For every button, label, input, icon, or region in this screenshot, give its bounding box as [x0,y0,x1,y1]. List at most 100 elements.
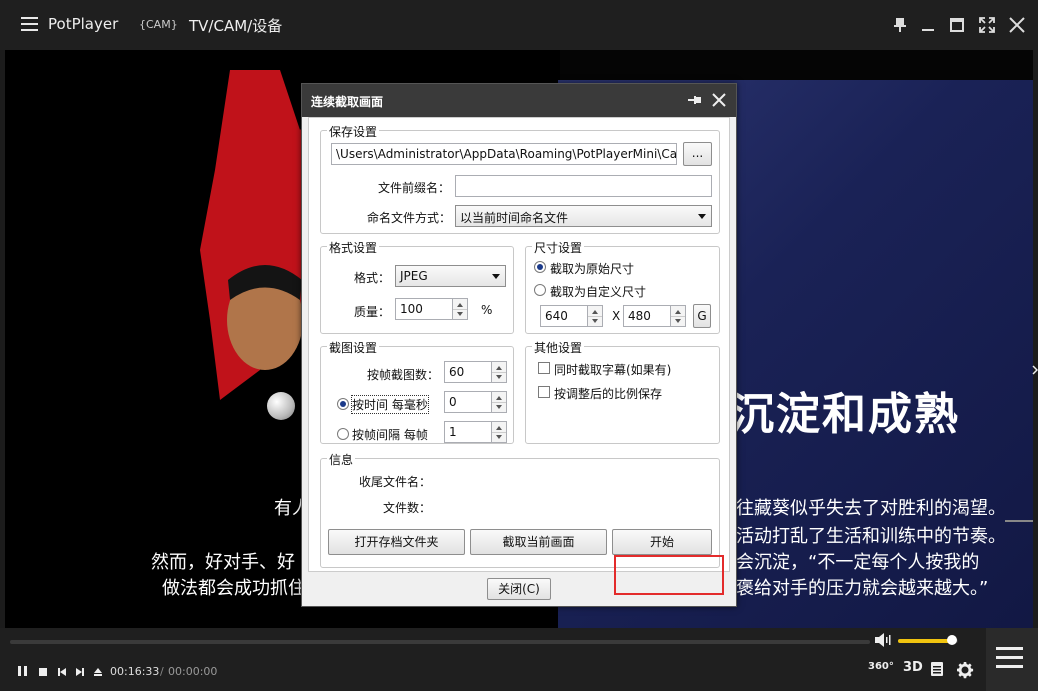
custom-width-field[interactable]: 640 [540,305,588,327]
dialog-body: 保存设置 \Users\Administrator\AppData\Roamin… [308,117,730,595]
open-folder-button[interactable]: 打开存档文件夹 [328,529,465,555]
next-icon[interactable] [75,666,85,680]
pause-icon[interactable] [17,665,29,680]
size-g-button[interactable]: G [693,304,711,328]
save-settings-group: 保存设置 \Users\Administrator\AppData\Roamin… [320,123,720,234]
ratio-save-label: 按调整后的比例保存 [554,387,663,401]
ratio-save-checkbox[interactable] [538,386,550,398]
current-time: 00:16:33 [110,665,160,678]
capture-settings-group: 截图设置 按帧截图数： 60 按时间 每毫秒 0 按帧间隔 每帧 1 [320,339,514,444]
pin-icon[interactable] [890,15,910,35]
save-settings-label: 保存设置 [327,123,380,140]
custom-size-radio[interactable] [534,284,546,296]
subtitle-left-line: 然而，好对手、好 [151,552,295,573]
maximize-icon[interactable] [947,15,967,35]
format-settings-label: 格式设置 [327,239,380,256]
subtitle-right-line: 会沉淀，“不一定每个人按我的 [736,552,980,573]
ping-pong-ball [267,392,295,420]
chevron-down-icon [492,274,500,279]
volume-knob[interactable] [947,635,957,645]
start-button[interactable]: 开始 [612,529,712,555]
volume-icon[interactable] [874,632,892,648]
naming-select[interactable]: 以当前时间命名文件 [455,205,712,227]
height-stepper[interactable] [671,305,686,327]
prefix-label: 文件前缀名： [378,181,451,195]
custom-size-label: 截取为自定义尺寸 [550,285,647,299]
by-frame-radio[interactable] [337,428,349,440]
original-size-radio[interactable] [534,261,546,273]
subtitle-capture-checkbox[interactable] [538,362,550,374]
by-time-field[interactable]: 0 [444,391,492,413]
info-group: 信息 收尾文件名： 文件数： 打开存档文件夹 截取当前画面 开始 [320,451,720,568]
browse-button[interactable]: ... [683,142,712,166]
hamburger-menu-icon[interactable] [21,17,38,31]
by-time-stepper[interactable] [492,391,507,413]
app-name: PotPlayer [48,15,119,33]
info-label: 信息 [327,451,356,468]
sidebar-handle-icon[interactable] [1032,340,1038,400]
subtitle-right-line: 活动打乱了生活和训练中的节奏。 [736,526,1006,547]
width-stepper[interactable] [588,305,603,327]
original-size-label: 截取为原始尺寸 [550,262,635,276]
quality-label: 质量： [354,305,391,319]
size-settings-label: 尺寸设置 [532,239,585,256]
minimize-icon[interactable] [918,15,938,35]
dialog-header: 连续截取画面 [302,84,736,117]
by-frame-label: 按帧间隔 每帧 [352,428,428,442]
dialog-pin-icon[interactable] [687,92,703,108]
subtitle-menu-icon[interactable] [930,661,944,680]
save-path-field[interactable]: \Users\Administrator\AppData\Roaming\Pot… [331,143,677,165]
file-count-label: 文件数： [383,501,432,515]
previous-icon[interactable] [57,666,67,680]
time-separator: / [160,665,164,678]
fullscreen-icon[interactable] [977,15,997,35]
format-select[interactable]: JPEG [395,265,506,287]
dialog-title: 连续截取画面 [311,95,384,109]
format-settings-group: 格式设置 格式： JPEG 质量： 100 % [320,239,514,334]
by-frame-field[interactable]: 1 [444,421,492,443]
stop-icon[interactable] [38,666,48,680]
frame-count-label: 按帧截图数： [367,368,440,382]
size-settings-group: 尺寸设置 截取为原始尺寸 截取为自定义尺寸 640 X 480 G [525,239,720,334]
prefix-field[interactable] [455,175,712,197]
seek-bar[interactable] [10,640,870,644]
by-frame-stepper[interactable] [492,421,507,443]
slide-divider [1005,520,1033,522]
dialog-close-icon[interactable] [710,91,728,109]
close-dialog-button[interactable]: 关闭(C) [487,578,551,600]
capture-current-button[interactable]: 截取当前画面 [470,529,607,555]
cam-tag: {CAM} [139,18,178,31]
other-settings-label: 其他设置 [532,339,585,356]
close-icon[interactable] [1007,15,1027,35]
quality-field[interactable]: 100 [395,298,453,320]
eject-icon[interactable] [93,666,103,680]
custom-height-field[interactable]: 480 [623,305,671,327]
3d-button[interactable]: 3D [903,660,923,675]
subtitle-right-line: 往藏葵似乎失去了对胜利的渴望。 [736,498,1006,519]
other-settings-group: 其他设置 同时截取字幕(如果有) 按调整后的比例保存 [525,339,720,444]
format-label: 格式： [354,271,391,285]
total-time: 00:00:00 [168,665,218,678]
volume-fill [898,639,952,643]
frame-count-stepper[interactable] [492,361,507,383]
by-time-radio[interactable] [337,398,349,410]
quality-unit: % [481,303,493,317]
continuous-capture-dialog: 连续截取画面 保存设置 \Users\Administrator\AppData… [301,83,737,607]
frame-count-field[interactable]: 60 [444,361,492,383]
chevron-down-icon [698,214,706,219]
quality-stepper[interactable] [453,298,468,320]
format-select-value: JPEG [400,269,428,283]
playlist-menu-icon[interactable] [986,628,1038,691]
title-bar: PotPlayer {CAM} TV/CAM/设备 [0,0,1038,50]
settings-gear-icon[interactable] [956,661,974,682]
subtitle-capture-label: 同时截取字幕(如果有) [554,363,672,377]
size-x-label: X [612,309,621,323]
subtitle-right-line: 褒给对手的压力就会越来越大。” [736,578,989,599]
source-name: TV/CAM/设备 [189,17,283,35]
capture-settings-label: 截图设置 [327,339,380,356]
subtitle-left-line: 做法都会成功抓住 [162,578,306,599]
naming-select-value: 以当前时间命名文件 [460,211,569,225]
highlight-box [614,555,724,595]
naming-label: 命名文件方式： [367,211,452,225]
vr-360-button[interactable]: 360° [868,661,894,672]
